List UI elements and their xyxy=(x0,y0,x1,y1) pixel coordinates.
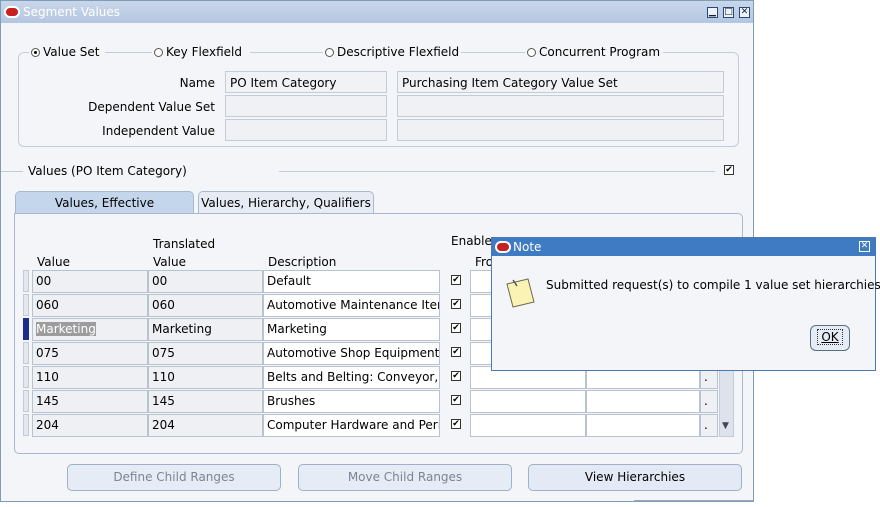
radio-label: Descriptive Flexfield xyxy=(337,45,460,59)
value-cell[interactable]: 060 xyxy=(32,294,148,317)
enabled-checkbox[interactable]: ✔ xyxy=(451,395,461,405)
note-icon xyxy=(504,276,535,308)
radio-descriptive-flexfield[interactable]: Descriptive Flexfield xyxy=(323,45,461,59)
close-icon[interactable]: ✕ xyxy=(859,241,870,252)
window-title: Segment Values xyxy=(23,5,121,19)
row-selector[interactable] xyxy=(23,390,29,412)
translated-value-cell[interactable]: 075 xyxy=(148,342,263,365)
radio-key-flexfield[interactable]: Key Flexfield xyxy=(152,45,250,59)
radio-concurrent-program[interactable]: Concurrent Program xyxy=(525,45,663,59)
button-label: Define Child Ranges xyxy=(113,470,235,484)
radio-label: Concurrent Program xyxy=(539,45,661,59)
description-cell[interactable]: Default xyxy=(263,270,440,293)
enabled-checkbox[interactable]: ✔ xyxy=(451,275,461,285)
values-section-title: Values (PO Item Category) xyxy=(28,164,187,178)
translated-value-cell[interactable]: Marketing xyxy=(148,318,263,341)
name-description-field[interactable]: Purchasing Item Category Value Set xyxy=(397,71,724,93)
button-label: OK xyxy=(817,329,843,345)
enabled-checkbox[interactable]: ✔ xyxy=(451,323,461,333)
to-date-cell[interactable] xyxy=(586,414,700,437)
value-cell[interactable]: Marketing xyxy=(32,318,148,341)
minimize-icon[interactable]: ▁ xyxy=(707,7,718,18)
dependent-value-set-label: Dependent Value Set xyxy=(88,100,215,114)
row-selector[interactable] xyxy=(23,366,29,388)
enabled-checkbox[interactable]: ✔ xyxy=(451,347,461,357)
define-child-ranges-button[interactable]: Define Child Ranges xyxy=(67,464,281,491)
to-date-cell[interactable] xyxy=(586,390,700,413)
translated-value-cell[interactable]: 204 xyxy=(148,414,263,437)
independent-value-field[interactable] xyxy=(225,119,387,141)
radio-label: Key Flexfield xyxy=(166,45,242,59)
name-field[interactable]: PO Item Category xyxy=(225,71,387,93)
independent-description-field[interactable] xyxy=(397,119,724,141)
translated-value-cell[interactable]: 060 xyxy=(148,294,263,317)
from-date-cell[interactable] xyxy=(470,414,586,437)
header-description: Description xyxy=(268,255,337,269)
radio-button[interactable] xyxy=(527,48,536,57)
enabled-checkbox[interactable]: ✔ xyxy=(451,371,461,381)
oracle-logo-icon xyxy=(495,241,511,253)
description-cell[interactable]: Automotive Shop Equipment a xyxy=(263,342,440,365)
button-label: View Hierarchies xyxy=(584,470,686,484)
window-titlebar: Segment Values ▁ □ ✕ xyxy=(1,1,753,23)
value-cell[interactable]: 00 xyxy=(32,270,148,293)
section-divider-right xyxy=(279,171,715,172)
description-cell[interactable]: Brushes xyxy=(263,390,440,413)
translated-value-cell[interactable]: 110 xyxy=(148,366,263,389)
selected-value-text: Marketing xyxy=(36,322,96,336)
header-enabled: Enable xyxy=(451,234,492,248)
description-cell[interactable]: Automotive Maintenance Item xyxy=(263,294,440,317)
row-selector[interactable] xyxy=(23,414,29,436)
ok-button[interactable]: OK xyxy=(810,325,850,351)
maximize-icon[interactable]: □ xyxy=(723,7,734,18)
dependent-value-set-field[interactable] xyxy=(225,95,387,117)
value-cell[interactable]: 204 xyxy=(32,414,148,437)
note-titlebar: Note ✕ xyxy=(492,238,875,256)
note-dialog: Note ✕ Submitted request(s) to compile 1… xyxy=(491,237,880,371)
radio-button[interactable] xyxy=(31,48,40,57)
header-translated-top: Translated xyxy=(153,237,216,251)
value-cell[interactable]: 110 xyxy=(32,366,148,389)
from-date-cell[interactable] xyxy=(470,390,586,413)
section-divider-left xyxy=(1,171,23,172)
header-value: Value xyxy=(37,255,70,269)
independent-value-label: Independent Value xyxy=(102,124,215,138)
row-selector[interactable] xyxy=(23,270,29,292)
description-cell[interactable]: Computer Hardware and Perip xyxy=(263,414,440,437)
move-child-ranges-button[interactable]: Move Child Ranges xyxy=(298,464,512,491)
close-icon[interactable]: ✕ xyxy=(739,7,750,18)
translated-value-cell[interactable]: 00 xyxy=(148,270,263,293)
tab-values-effective[interactable]: Values, Effective xyxy=(15,191,194,214)
more-cell[interactable]: . xyxy=(700,414,718,437)
radio-button[interactable] xyxy=(325,48,334,57)
tab-values-hierarchy-qualifiers[interactable]: Values, Hierarchy, Qualifiers xyxy=(198,191,374,213)
radio-value-set[interactable]: Value Set xyxy=(29,45,105,59)
tab-label: Values, Hierarchy, Qualifiers xyxy=(201,196,371,210)
description-cell[interactable]: Belts and Belting: Conveyor, E xyxy=(263,366,440,389)
row-selector[interactable] xyxy=(23,342,29,364)
dependent-description-field[interactable] xyxy=(397,95,724,117)
name-label: Name xyxy=(179,76,215,90)
button-label: Move Child Ranges xyxy=(347,470,463,484)
radio-button[interactable] xyxy=(154,48,163,57)
header-translated-bottom: Value xyxy=(153,255,186,269)
enabled-checkbox[interactable]: ✔ xyxy=(451,299,461,309)
oracle-logo-icon xyxy=(4,6,20,18)
value-cell[interactable]: 145 xyxy=(32,390,148,413)
row-selector[interactable] xyxy=(23,318,29,340)
values-section-checkbox[interactable]: ✔ xyxy=(724,165,734,175)
note-message: Submitted request(s) to compile 1 value … xyxy=(546,278,880,292)
more-cell[interactable]: . xyxy=(700,390,718,413)
tab-label: Values, Effective xyxy=(54,196,155,210)
view-hierarchies-button[interactable]: View Hierarchies xyxy=(528,464,742,491)
value-cell[interactable]: 075 xyxy=(32,342,148,365)
translated-value-cell[interactable]: 145 xyxy=(148,390,263,413)
scroll-down-icon[interactable]: ▼ xyxy=(722,421,729,431)
radio-label: Value Set xyxy=(43,45,100,59)
note-title: Note xyxy=(513,240,542,254)
enabled-checkbox[interactable]: ✔ xyxy=(451,419,461,429)
description-cell[interactable]: Marketing xyxy=(263,318,440,341)
row-selector[interactable] xyxy=(23,294,29,316)
